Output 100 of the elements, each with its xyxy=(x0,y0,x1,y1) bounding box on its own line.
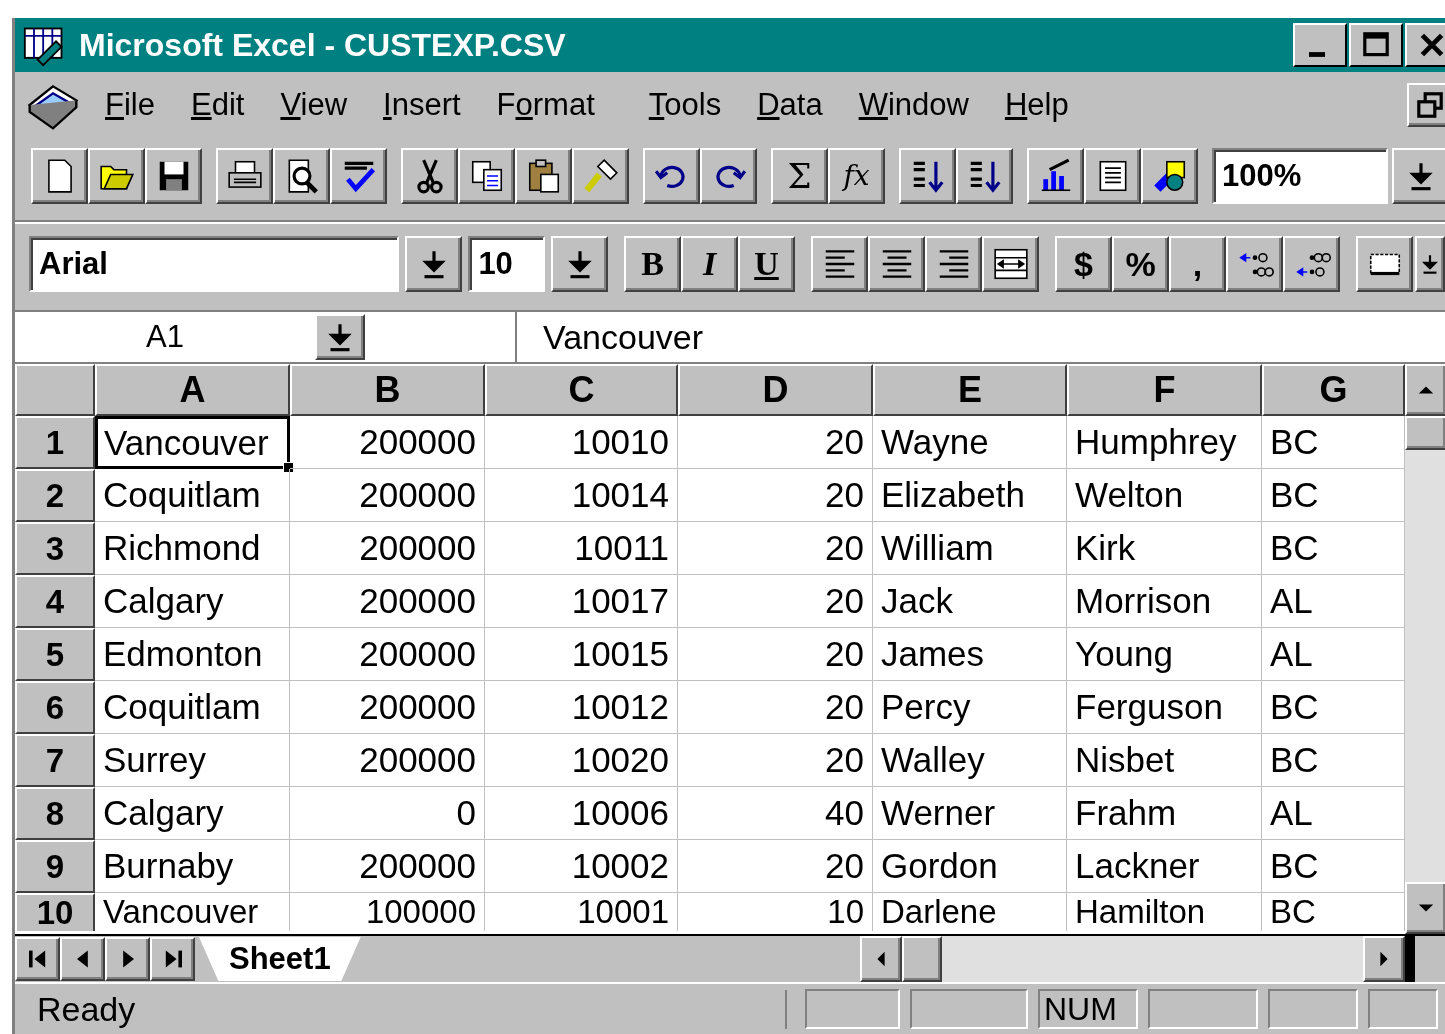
table-cell: 100000 xyxy=(290,893,485,931)
menu-item[interactable]: Edit xyxy=(176,87,267,123)
dropdown-button[interactable] xyxy=(405,236,463,292)
close-button[interactable] xyxy=(1405,23,1445,67)
italic-button[interactable]: I xyxy=(681,236,738,292)
table-cell: Wayne xyxy=(873,416,1067,469)
plain-button[interactable]: , xyxy=(1169,236,1226,292)
table-cell: James xyxy=(873,628,1067,681)
bold-button[interactable]: B xyxy=(624,236,681,292)
underline-button[interactable]: U xyxy=(738,236,795,292)
minimize-button[interactable] xyxy=(1293,23,1347,67)
save-button[interactable] xyxy=(145,148,202,204)
print-button[interactable] xyxy=(216,148,273,204)
table-cell: 10014 xyxy=(485,469,678,522)
row-header[interactable]: 3 xyxy=(15,522,95,575)
draw-button[interactable] xyxy=(1141,148,1198,204)
table-cell: 10002 xyxy=(485,840,678,893)
status-indicator: NUM xyxy=(1038,989,1138,1029)
select-all-button[interactable] xyxy=(15,364,95,416)
next-sheet-button[interactable] xyxy=(105,937,150,981)
plain-button[interactable]: % xyxy=(1112,236,1169,292)
dropdown-button[interactable] xyxy=(551,236,608,292)
dropdown-button[interactable] xyxy=(1415,236,1445,292)
inc-decimal-button[interactable] xyxy=(1226,236,1283,292)
column-header[interactable]: E xyxy=(873,364,1067,416)
row-header[interactable]: 1 xyxy=(15,416,95,469)
dropdown-button[interactable] xyxy=(315,314,365,360)
painter-button[interactable] xyxy=(572,148,629,204)
sum-button[interactable]: Σ xyxy=(771,148,828,204)
scroll-down-button[interactable] xyxy=(1405,882,1445,934)
cut-button[interactable] xyxy=(401,148,458,204)
copy-button[interactable] xyxy=(458,148,515,204)
row-header[interactable]: 10 xyxy=(15,893,95,931)
name-box[interactable]: A1 xyxy=(15,319,315,355)
table-cell: Lackner xyxy=(1067,840,1262,893)
menu-item[interactable]: Data xyxy=(743,87,845,123)
column-header[interactable]: A xyxy=(95,364,290,416)
sort-desc-button[interactable] xyxy=(956,148,1013,204)
redo-button[interactable] xyxy=(700,148,757,204)
row-header[interactable]: 7 xyxy=(15,734,95,787)
spell-button[interactable] xyxy=(330,148,387,204)
plain-button[interactable]: $ xyxy=(1055,236,1112,292)
table-cell: 20 xyxy=(678,575,873,628)
restore-button[interactable] xyxy=(1407,83,1445,127)
maximize-button[interactable] xyxy=(1349,23,1403,67)
scroll-thumb[interactable] xyxy=(902,936,942,982)
preview-button[interactable] xyxy=(273,148,330,204)
menu-item[interactable]: Format xyxy=(482,87,635,123)
formula-field[interactable]: Vancouver xyxy=(517,317,704,357)
menu-item[interactable]: Help xyxy=(990,87,1091,123)
font-field[interactable]: Arial xyxy=(29,236,400,292)
align-right-button[interactable] xyxy=(925,236,982,292)
scroll-up-button[interactable] xyxy=(1405,364,1445,416)
table-cell: 200000 xyxy=(290,575,485,628)
first-sheet-button[interactable] xyxy=(15,937,60,981)
menu-item[interactable]: Window xyxy=(844,87,991,123)
column-header[interactable]: C xyxy=(485,364,678,416)
scroll-left-button[interactable] xyxy=(860,936,902,982)
scroll-thumb[interactable] xyxy=(1405,416,1445,450)
row-header[interactable]: 5 xyxy=(15,628,95,681)
row-header[interactable]: 9 xyxy=(15,840,95,893)
align-center-button[interactable] xyxy=(868,236,925,292)
column-header[interactable]: D xyxy=(678,364,873,416)
borders-button[interactable] xyxy=(1356,236,1413,292)
table-cell: 10011 xyxy=(485,522,678,575)
table-cell: 10015 xyxy=(485,628,678,681)
textbox-button[interactable] xyxy=(1084,148,1141,204)
row-header[interactable]: 8 xyxy=(15,787,95,840)
paste-button[interactable] xyxy=(515,148,572,204)
column-header[interactable]: G xyxy=(1262,364,1405,416)
open-button[interactable] xyxy=(88,148,145,204)
vertical-scrollbar[interactable] xyxy=(1405,364,1445,934)
undo-button[interactable] xyxy=(643,148,700,204)
menu-item[interactable]: Insert xyxy=(369,87,483,123)
function-button[interactable]: fx xyxy=(828,148,885,204)
scroll-right-button[interactable] xyxy=(1363,936,1405,982)
horizontal-scrollbar[interactable] xyxy=(860,936,1405,982)
menu-item[interactable]: View xyxy=(266,87,370,123)
row-header[interactable]: 4 xyxy=(15,575,95,628)
align-left-button[interactable] xyxy=(811,236,868,292)
chart-button[interactable] xyxy=(1027,148,1084,204)
dec-decimal-button[interactable] xyxy=(1283,236,1340,292)
dropdown-button[interactable] xyxy=(1392,148,1445,204)
zoom-field[interactable]: 100% xyxy=(1212,148,1388,204)
previous-sheet-button[interactable] xyxy=(60,937,105,981)
restore-icon xyxy=(1414,89,1445,121)
menu-item[interactable]: File xyxy=(91,87,177,123)
last-sheet-button[interactable] xyxy=(150,937,195,981)
table-cell: Walley xyxy=(873,734,1067,787)
new-button[interactable] xyxy=(31,148,88,204)
row-header[interactable]: 6 xyxy=(15,681,95,734)
merge-button[interactable] xyxy=(982,236,1039,292)
font-size-field[interactable]: 10 xyxy=(468,236,545,292)
sheet-tab[interactable]: Sheet1 xyxy=(199,937,361,981)
column-header[interactable]: F xyxy=(1067,364,1262,416)
menu-item[interactable]: Tools xyxy=(634,87,744,123)
row-header[interactable]: 2 xyxy=(15,469,95,522)
table-cell: Darlene xyxy=(873,893,1067,931)
sort-asc-button[interactable] xyxy=(899,148,956,204)
column-header[interactable]: B xyxy=(290,364,485,416)
